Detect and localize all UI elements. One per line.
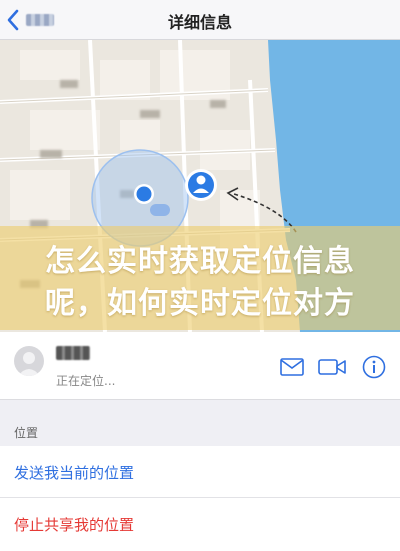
video-call-button[interactable] (318, 354, 346, 380)
headline-line-2: 呢，如何实时定位对方 (45, 286, 355, 321)
navigation-bar: 详细信息 (0, 0, 400, 40)
send-my-location-button[interactable]: 发送我当前的位置 (0, 446, 400, 498)
contact-row: 正在定位... (0, 332, 400, 400)
stop-sharing-location-label: 停止共享我的位置 (14, 516, 135, 534)
mail-button[interactable] (278, 354, 306, 380)
send-my-location-label: 发送我当前的位置 (14, 464, 135, 482)
page-title: 详细信息 (167, 13, 232, 32)
info-button[interactable] (360, 354, 388, 380)
location-section-header: 位置 (0, 400, 400, 446)
section-title: 位置 (14, 426, 39, 440)
mail-icon (280, 358, 304, 376)
contact-name-blurred (56, 346, 90, 360)
headline-line-1: 怎么实时获取定位信息 (45, 244, 355, 279)
info-icon (362, 355, 386, 379)
video-call-icon (318, 359, 346, 375)
person-icon (18, 352, 40, 376)
avatar (14, 346, 44, 376)
stop-sharing-location-button[interactable]: 停止共享我的位置 (0, 498, 400, 551)
contact-status: 正在定位... (56, 374, 116, 388)
